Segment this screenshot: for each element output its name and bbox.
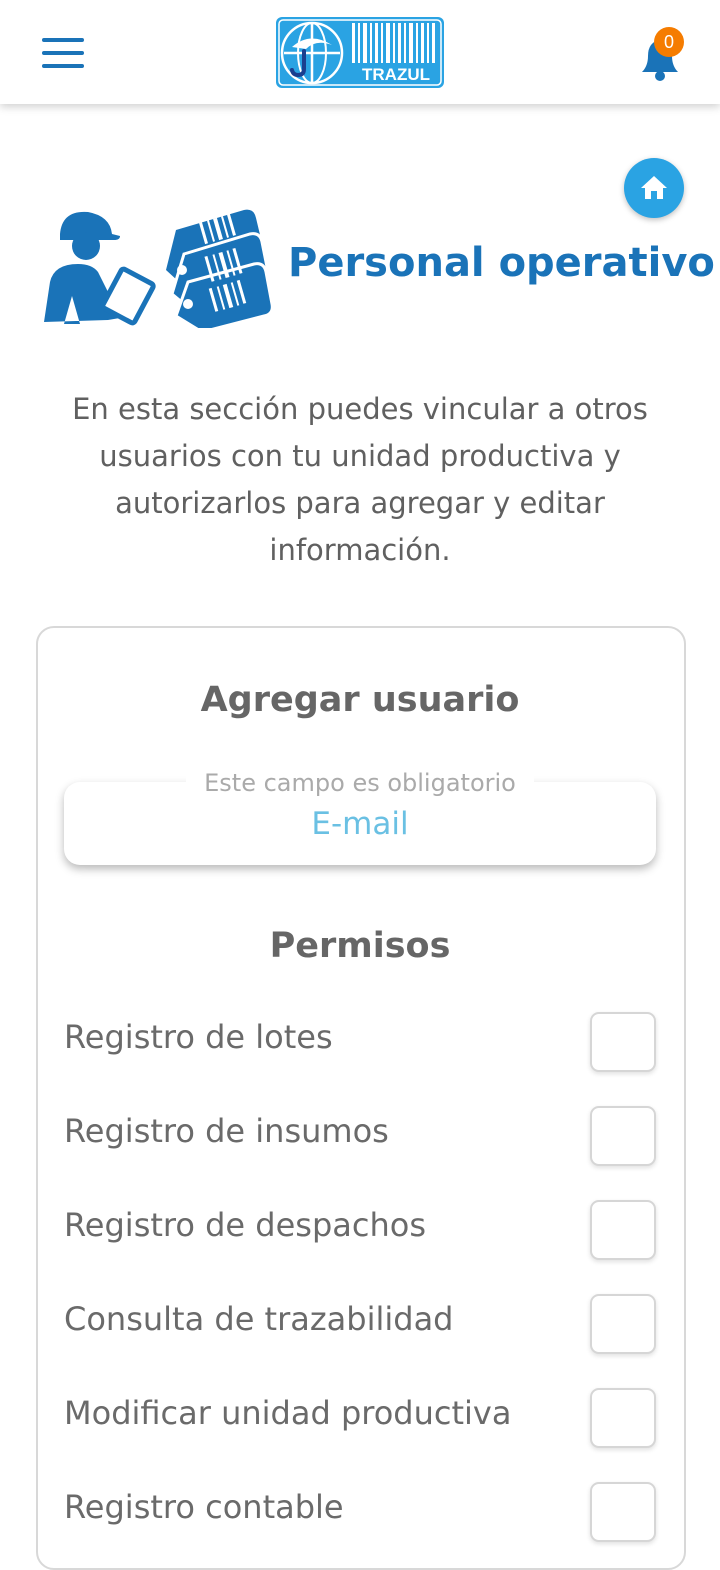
permission-row: Registro contable <box>64 1482 660 1546</box>
home-button[interactable] <box>624 158 684 218</box>
permission-row: Registro de lotes <box>64 1012 660 1076</box>
permission-label: Registro de insumos <box>64 1112 389 1150</box>
permissions-title: Permisos <box>269 926 451 966</box>
operator-with-tags-icon <box>44 209 272 328</box>
permission-checkbox[interactable] <box>590 1388 656 1448</box>
notification-count-badge: 0 <box>654 27 684 57</box>
permission-row: Registro de insumos <box>64 1106 660 1170</box>
email-required-helper: Este campo es obligatorio <box>186 766 534 800</box>
worker-head <box>72 232 100 260</box>
home-icon <box>641 176 667 199</box>
permission-checkbox[interactable] <box>590 1012 656 1072</box>
permission-checkbox[interactable] <box>590 1106 656 1166</box>
permission-label: Registro de despachos <box>64 1206 426 1244</box>
permission-checkbox[interactable] <box>590 1294 656 1354</box>
logo-text: TRAZUL <box>362 65 430 84</box>
page-title: Personal operativo <box>288 240 715 286</box>
barcode-tags <box>166 209 272 328</box>
permission-label: Registro contable <box>64 1488 344 1526</box>
hamburger-menu-icon[interactable] <box>40 36 88 70</box>
permission-label: Modificar unidad productiva <box>64 1394 512 1432</box>
permission-row: Consulta de trazabilidad <box>64 1294 660 1358</box>
add-user-title: Agregar usuario <box>200 680 520 720</box>
intro-text: En esta sección puedes vincular a otros … <box>72 392 648 567</box>
permission-label: Registro de lotes <box>64 1018 333 1056</box>
trazul-logo: TRAZUL <box>276 17 444 88</box>
permission-checkbox[interactable] <box>590 1200 656 1260</box>
app-header: TRAZUL 0 <box>0 0 720 104</box>
permission-row: Registro de despachos <box>64 1200 660 1264</box>
permission-row: Modificar unidad productiva <box>64 1388 660 1452</box>
permission-label: Consulta de trazabilidad <box>64 1300 454 1338</box>
permission-checkbox[interactable] <box>590 1482 656 1542</box>
